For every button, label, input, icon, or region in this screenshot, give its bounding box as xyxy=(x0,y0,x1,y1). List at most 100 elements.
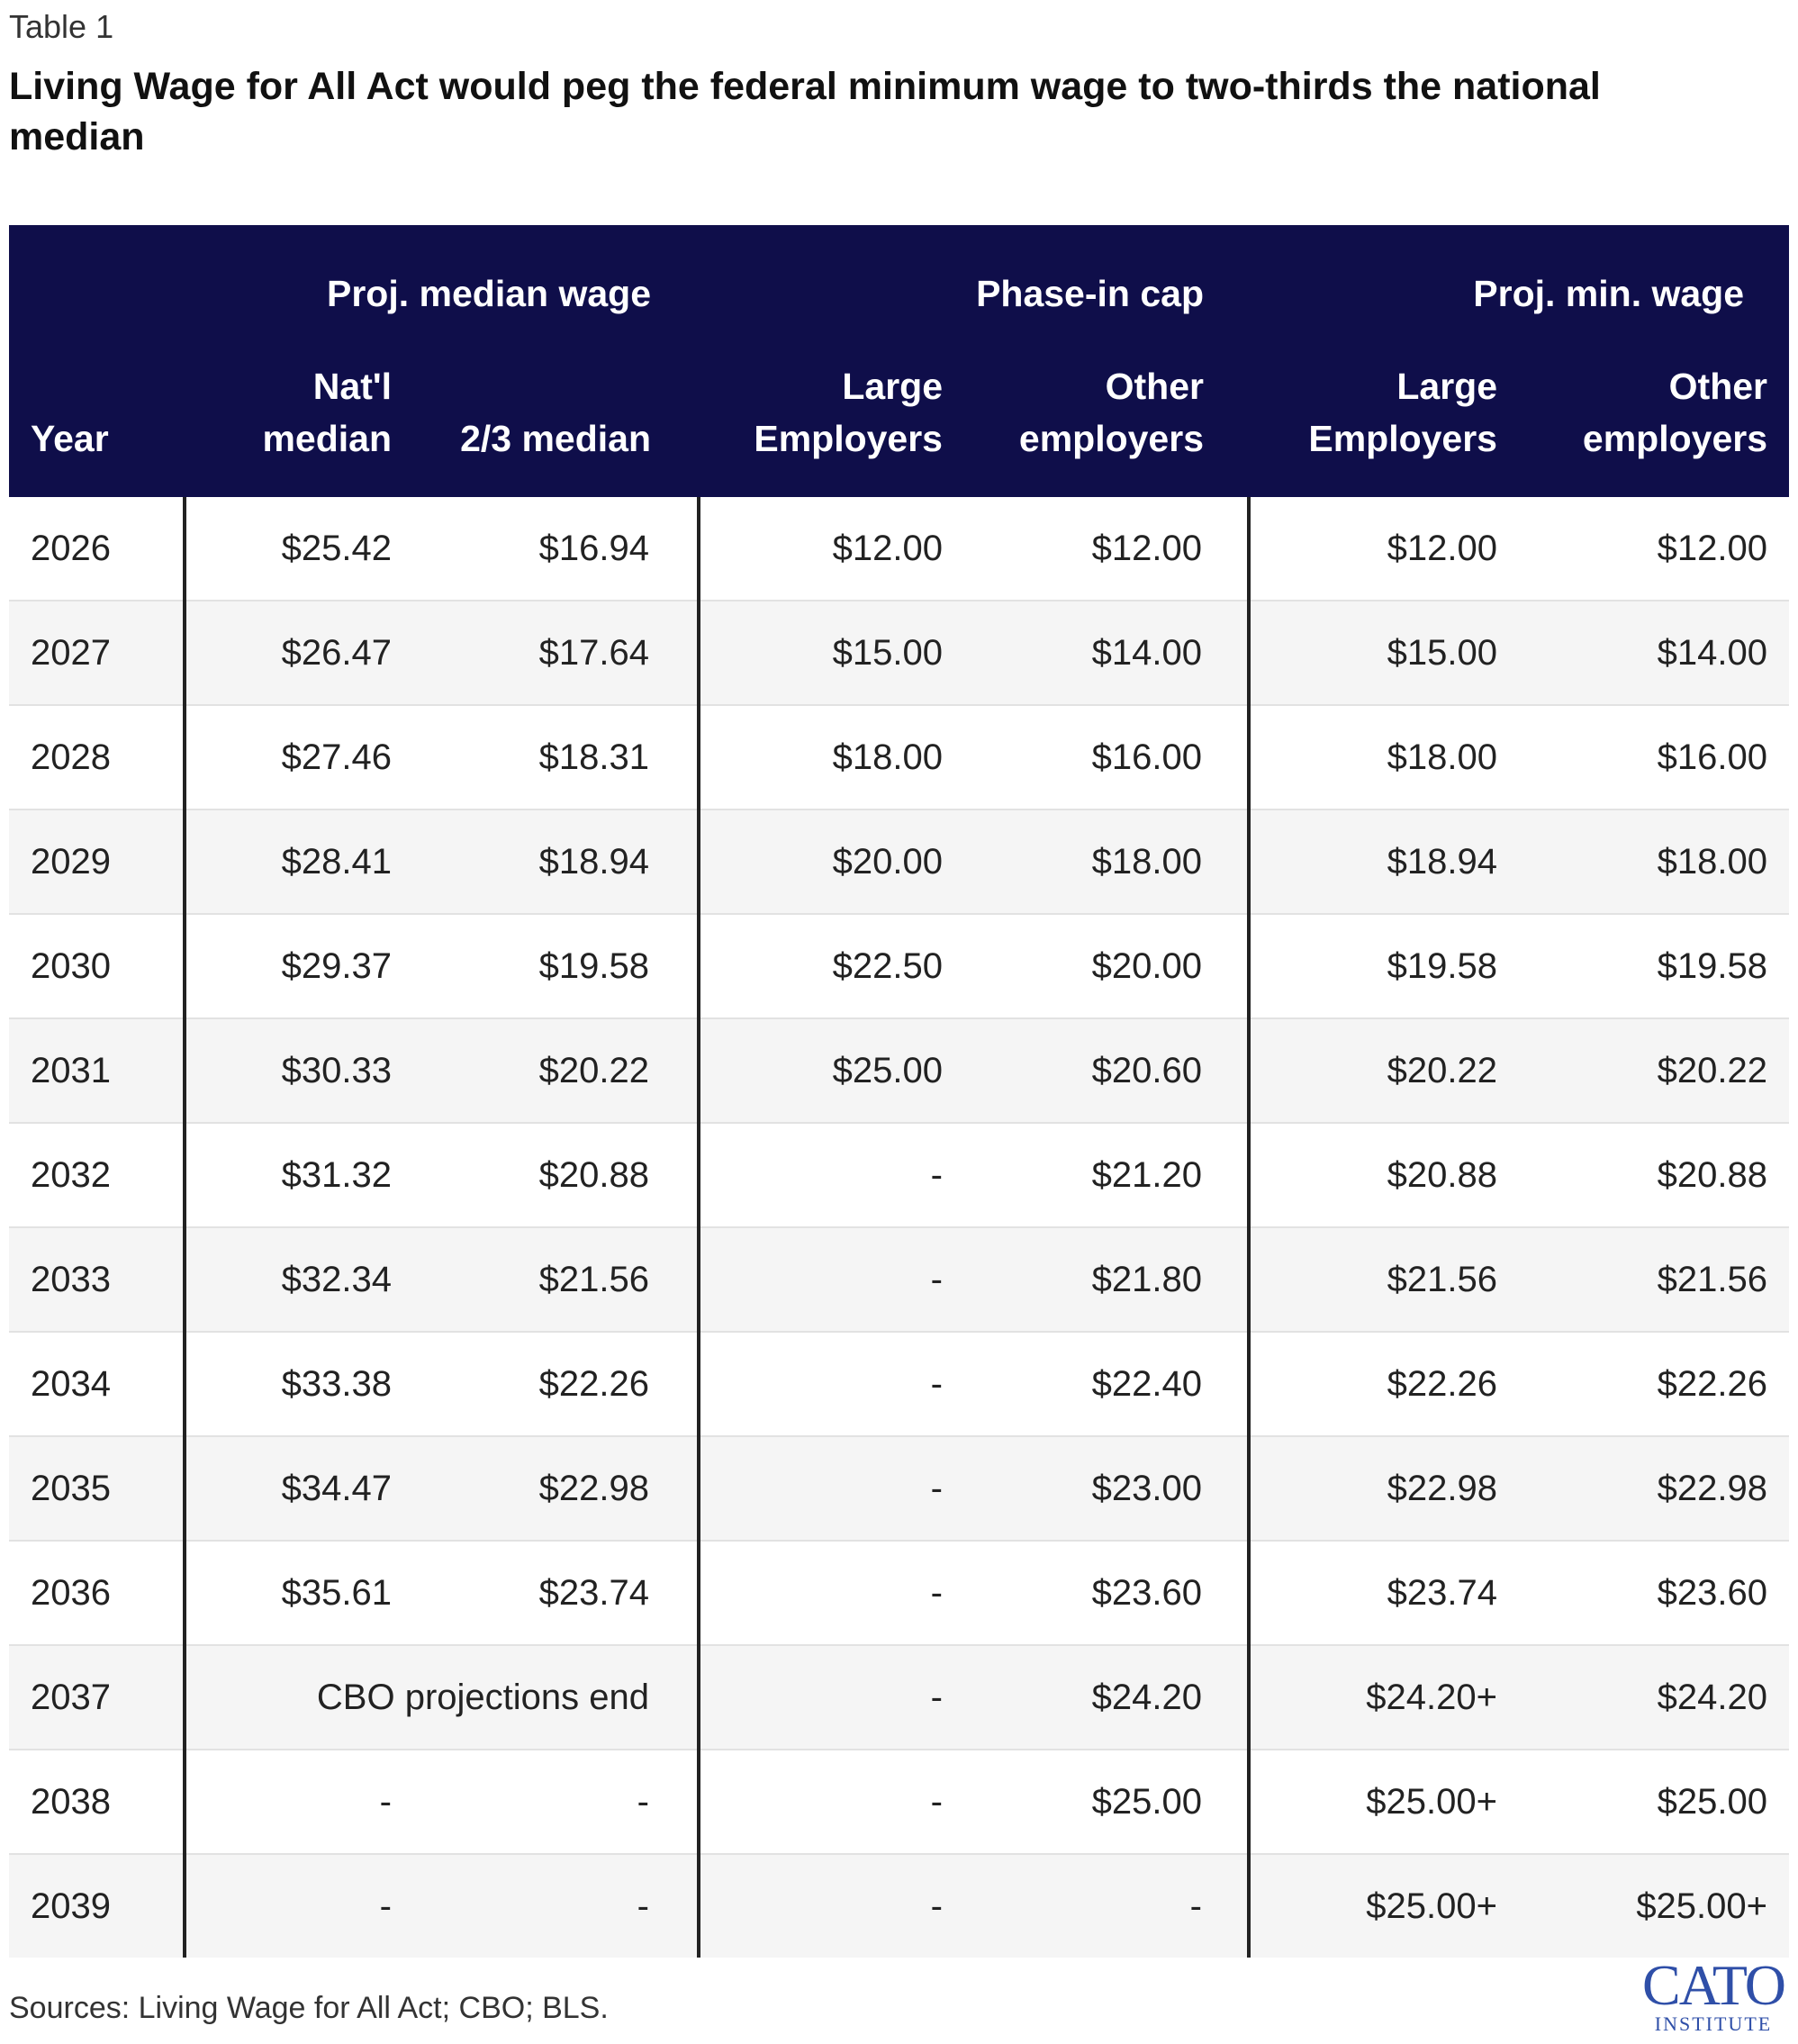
cell-value: $23.00 xyxy=(973,1436,1249,1542)
cell-value: $20.22 xyxy=(1528,1018,1790,1124)
column-header-natl-median: Nat'l median xyxy=(185,330,442,497)
cell-value: $15.00 xyxy=(1247,601,1528,706)
cell-value: $34.47 xyxy=(183,1436,442,1542)
cell-value: $21.56 xyxy=(442,1227,699,1333)
column-header-cap-other: Other employers xyxy=(973,330,1249,497)
cell-year: 2029 xyxy=(9,809,185,915)
cell-year: 2038 xyxy=(9,1750,185,1855)
cell-value: $18.00 xyxy=(973,809,1249,915)
cell-value: $25.00 xyxy=(973,1750,1249,1855)
table-row: 2027 $26.47 $17.64 $15.00 $14.00 $15.00 $14.00 xyxy=(9,601,1790,706)
cell-value: - xyxy=(697,1750,973,1855)
table-row: 2028 $27.46 $18.31 $18.00 $16.00 $18.00 $16.00 xyxy=(9,705,1790,810)
cell-value: $18.00 xyxy=(697,705,973,810)
cell-value: $14.00 xyxy=(1528,601,1790,706)
cell-year: 2039 xyxy=(9,1854,185,1958)
cell-value: $22.98 xyxy=(442,1436,699,1542)
cell-value: $18.31 xyxy=(442,705,699,810)
cell-value: $25.00+ xyxy=(1528,1854,1790,1958)
table-row: 2026 $25.42 $16.94 $12.00 $12.00 $12.00 $12.00 xyxy=(9,497,1790,601)
cell-year: 2028 xyxy=(9,705,185,810)
table-label: Table 1 xyxy=(9,8,114,45)
cell-value: - xyxy=(697,1645,973,1750)
column-header-two-thirds-median: 2/3 median xyxy=(442,330,699,497)
cell-value: $21.80 xyxy=(973,1227,1249,1333)
table-row: 2037 CBO projections end - $24.20 $24.20+ $24… xyxy=(9,1645,1790,1750)
cell-value: $22.26 xyxy=(442,1332,699,1437)
cell-value: $26.47 xyxy=(183,601,442,706)
cell-value: $20.00 xyxy=(697,809,973,915)
cell-value: - xyxy=(697,1436,973,1542)
cell-value: $16.00 xyxy=(973,705,1249,810)
cell-value: $15.00 xyxy=(697,601,973,706)
cell-value: $25.42 xyxy=(183,497,442,601)
cell-value: $20.88 xyxy=(1247,1123,1528,1228)
cell-value: $18.00 xyxy=(1247,705,1528,810)
column-header-cap-large: Large Employers xyxy=(699,330,973,497)
cell-value: $17.64 xyxy=(442,601,699,706)
cell-value: $18.94 xyxy=(1247,809,1528,915)
cell-value: $14.00 xyxy=(973,601,1249,706)
cell-value: $23.60 xyxy=(973,1541,1249,1646)
cell-value: $24.20 xyxy=(973,1645,1249,1750)
cell-year: 2030 xyxy=(9,914,185,1019)
group-header-median: Proj. median wage xyxy=(185,225,699,330)
column-header-year: Year xyxy=(9,330,185,497)
cell-value: $30.33 xyxy=(183,1018,442,1124)
cell-year: 2037 xyxy=(9,1645,185,1750)
cell-value: - xyxy=(183,1750,442,1855)
cell-value: $28.41 xyxy=(183,809,442,915)
cell-value: $21.56 xyxy=(1528,1227,1790,1333)
cell-year: 2031 xyxy=(9,1018,185,1124)
cell-value: $12.00 xyxy=(1528,497,1790,601)
cell-value: $22.26 xyxy=(1528,1332,1790,1437)
cell-value: $12.00 xyxy=(697,497,973,601)
cell-value: $16.94 xyxy=(442,497,699,601)
cell-value: $18.00 xyxy=(1528,809,1790,915)
cell-value: $25.00+ xyxy=(1247,1854,1528,1958)
group-header-min-wage: Proj. min. wage xyxy=(1249,225,1790,330)
cell-value: $25.00 xyxy=(697,1018,973,1124)
cell-year: 2036 xyxy=(9,1541,185,1646)
table-row: 2034 $33.38 $22.26- $22.40 $22.26 $22.26 xyxy=(9,1332,1790,1437)
cell-value: - xyxy=(697,1332,973,1437)
cell-value: $25.00 xyxy=(1528,1750,1790,1855)
cell-value: $23.74 xyxy=(442,1541,699,1646)
cell-value: $19.58 xyxy=(442,914,699,1019)
column-header-row: Year Nat'l median 2/3 median Large Emplo… xyxy=(9,330,1790,497)
cell-value: $19.58 xyxy=(1247,914,1528,1019)
cell-value: - xyxy=(697,1123,973,1228)
table-title: Living Wage for All Act would peg the fe… xyxy=(9,65,1601,158)
cell-value: - xyxy=(183,1854,442,1958)
cell-value: $25.00+ xyxy=(1247,1750,1528,1855)
cell-value: $23.60 xyxy=(1528,1541,1790,1646)
cell-value: - xyxy=(442,1854,699,1958)
cell-value: $21.56 xyxy=(1247,1227,1528,1333)
cell-year: 2032 xyxy=(9,1123,185,1228)
cell-value: $31.32 xyxy=(183,1123,442,1228)
cell-merged-note: CBO projections end xyxy=(183,1645,699,1750)
cell-value: $24.20+ xyxy=(1247,1645,1528,1750)
cell-value: $22.50 xyxy=(697,914,973,1019)
cell-value: $20.00 xyxy=(973,914,1249,1019)
cell-value: $22.98 xyxy=(1528,1436,1790,1542)
year-group-header xyxy=(9,225,185,330)
table-row: 2031 $30.33 $20.22 $25.00 $20.60 $20.22 $20.22 xyxy=(9,1018,1790,1124)
cell-value: $20.22 xyxy=(442,1018,699,1124)
table-row: 2035 $34.47 $22.98- $23.00 $22.98 $22.98 xyxy=(9,1436,1790,1542)
cell-value: $27.46 xyxy=(183,705,442,810)
table-row: 2029 $28.41 $18.94 $20.00 $18.00 $18.94 $18.00 xyxy=(9,809,1790,915)
source-note: Sources: Living Wage for All Act; CBO; B… xyxy=(9,1991,609,2025)
cell-value: $22.98 xyxy=(1247,1436,1528,1542)
cell-year: 2035 xyxy=(9,1436,185,1542)
column-header-min-other: Other employers xyxy=(1528,330,1790,497)
cell-value: $20.88 xyxy=(1528,1123,1790,1228)
cell-value: $20.22 xyxy=(1247,1018,1528,1124)
cell-value: $19.58 xyxy=(1528,914,1790,1019)
cato-logo-subtitle: INSTITUTE xyxy=(1654,2012,1773,2035)
cell-value: - xyxy=(697,1854,973,1958)
cell-value: $18.94 xyxy=(442,809,699,915)
cell-value: $33.38 xyxy=(183,1332,442,1437)
cell-value: $20.60 xyxy=(973,1018,1249,1124)
wage-table: Proj. median wage Phase-in cap Proj. min… xyxy=(9,225,1790,1958)
